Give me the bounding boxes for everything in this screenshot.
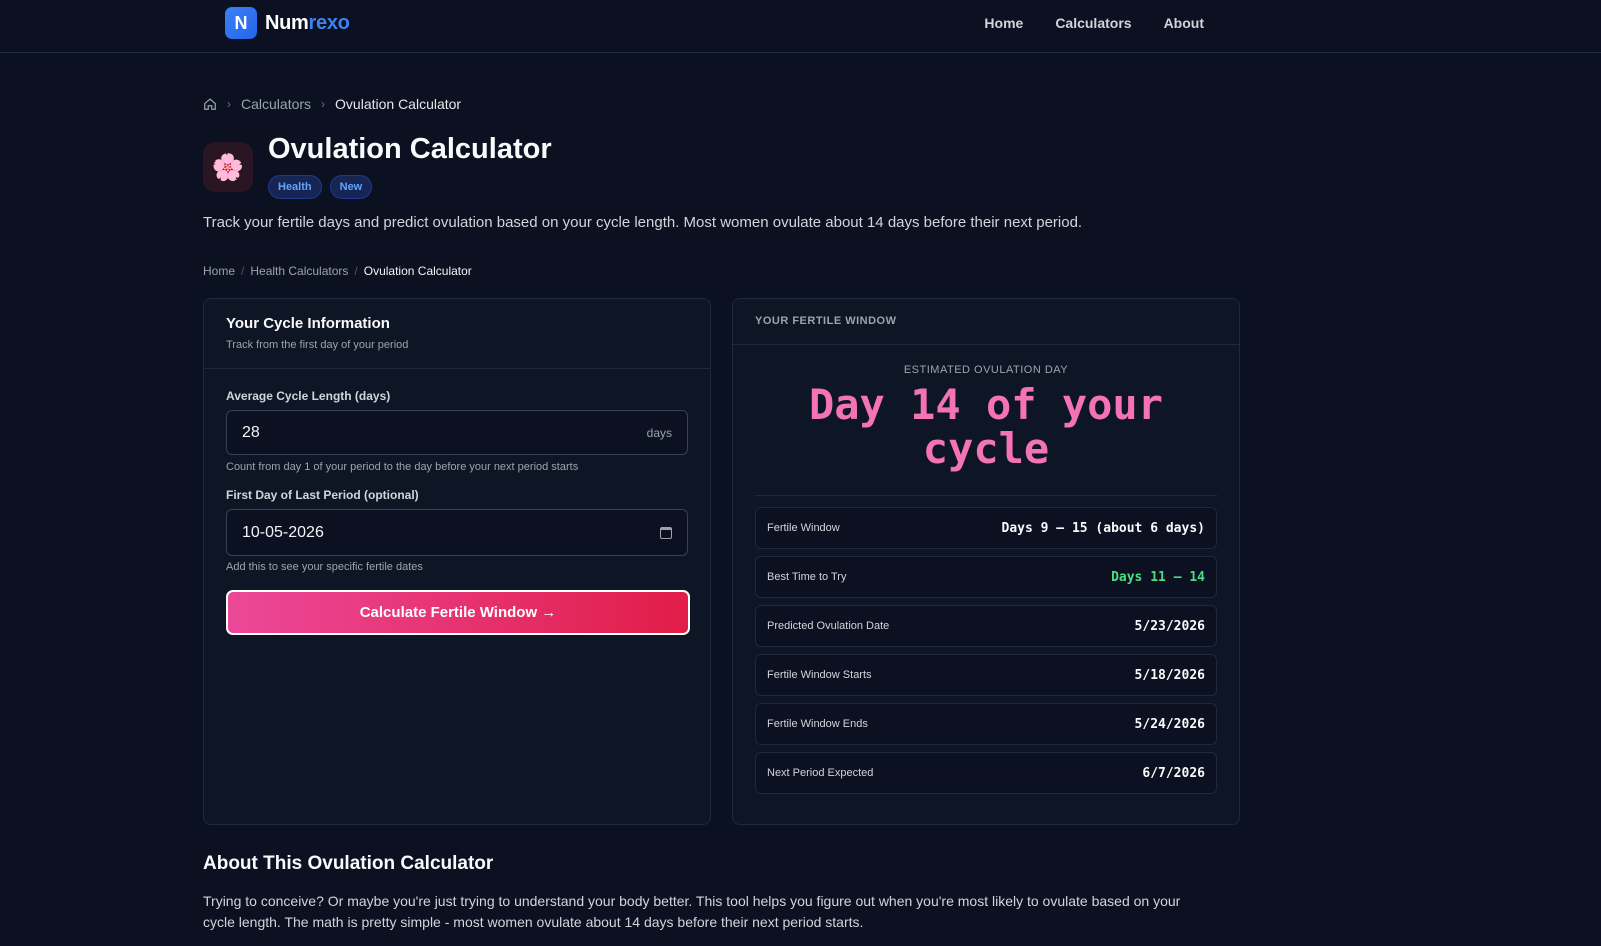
result-row: Fertile Window Ends 5/24/2026 — [755, 703, 1217, 745]
breadcrumb: › Calculators › Ovulation Calculator — [203, 96, 461, 112]
logo-text: Numrexo — [265, 11, 350, 34]
main-nav: Home Calculators About — [984, 15, 1204, 31]
chevron-right-icon: › — [321, 97, 326, 111]
ovulation-day-label: ESTIMATED OVULATION DAY — [903, 364, 1069, 376]
calendar-icon[interactable] — [660, 526, 672, 539]
result-row: Best Time to Try Days 11 – 14 — [755, 556, 1217, 598]
result-label: Best Time to Try — [767, 571, 847, 583]
result-label: Fertile Window — [767, 522, 840, 534]
cycle-length-suffix: days — [646, 425, 672, 440]
form-subtitle: Track from the first day of your period — [226, 339, 409, 351]
cycle-length-label: Average Cycle Length (days) — [226, 389, 391, 403]
crumb-health-calculators[interactable]: Health Calculators — [250, 264, 348, 278]
cycle-length-value: 28 — [242, 423, 260, 441]
results-list: Fertile Window Days 9 – 15 (about 6 days… — [755, 507, 1217, 801]
badge-health: Health — [268, 175, 322, 199]
nav-calculators-link[interactable]: Calculators — [1055, 15, 1131, 31]
result-row: Predicted Ovulation Date 5/23/2026 — [755, 605, 1217, 647]
result-value: 5/18/2026 — [1134, 667, 1205, 683]
last-period-label: First Day of Last Period (optional) — [226, 488, 419, 502]
result-value: 5/23/2026 — [1134, 618, 1205, 634]
last-period-date-input[interactable]: 10-05-2026 — [226, 509, 688, 556]
result-row: Fertile Window Starts 5/18/2026 — [755, 654, 1217, 696]
last-period-hint: Add this to see your specific fertile da… — [226, 561, 423, 573]
last-period-value: 10-05-2026 — [242, 523, 324, 541]
result-value: 6/7/2026 — [1142, 765, 1205, 781]
nav-home-link[interactable]: Home — [984, 15, 1023, 31]
badge-new: New — [329, 175, 373, 199]
result-label: Fertile Window Starts — [767, 669, 872, 681]
page-description: Track your fertile days and predict ovul… — [203, 214, 1083, 231]
calculate-fertile-window-button[interactable]: Calculate Fertile Window → — [226, 590, 690, 635]
page-title: Ovulation Calculator — [268, 133, 552, 165]
site-logo[interactable]: N Numrexo — [225, 7, 350, 39]
result-label: Next Period Expected — [767, 767, 874, 779]
result-row: Fertile Window Days 9 – 15 (about 6 days… — [755, 507, 1217, 549]
logo-icon: N — [225, 7, 257, 39]
result-value: 5/24/2026 — [1134, 716, 1205, 732]
crumb-home[interactable]: Home — [203, 264, 235, 278]
form-title: Your Cycle Information — [226, 315, 390, 332]
result-value: Days 9 – 15 (about 6 days) — [1001, 520, 1206, 536]
crumb-current: Ovulation Calculator — [363, 264, 472, 278]
breadcrumb-calculators[interactable]: Calculators — [241, 96, 311, 112]
breadcrumb-current: Ovulation Calculator — [335, 96, 462, 112]
chevron-right-icon: › — [227, 97, 231, 111]
result-label: Predicted Ovulation Date — [767, 620, 890, 632]
cycle-length-input[interactable]: 28 days — [226, 410, 688, 455]
ovulation-day-value: Day 14 of your cycle — [808, 380, 1163, 473]
home-icon[interactable] — [203, 97, 217, 111]
result-value: Days 11 – 14 — [1111, 569, 1205, 585]
cycle-form-card: Your Cycle Information Track from the fi… — [203, 298, 711, 825]
crumb-separator: / — [354, 264, 358, 278]
about-title: About This Ovulation Calculator — [203, 853, 494, 874]
result-row: Next Period Expected 6/7/2026 — [755, 752, 1217, 794]
about-text: Trying to conceive? Or maybe you're just… — [203, 893, 1181, 930]
flower-icon: 🌸 — [203, 142, 253, 192]
top-navbar: N Numrexo Home Calculators About — [0, 0, 1601, 53]
divider — [755, 495, 1217, 496]
cycle-length-hint: Count from day 1 of your period to the d… — [226, 461, 579, 473]
nav-about-link[interactable]: About — [1164, 15, 1204, 31]
crumb-separator: / — [241, 264, 245, 278]
results-card-header: YOUR FERTILE WINDOW — [733, 299, 1239, 345]
result-label: Fertile Window Ends — [767, 718, 868, 730]
fertile-window-card: YOUR FERTILE WINDOW ESTIMATED OVULATION … — [732, 298, 1240, 825]
tag-list: Health New — [268, 175, 373, 199]
secondary-breadcrumb: Home / Health Calculators / Ovulation Ca… — [203, 264, 472, 278]
form-card-header: Your Cycle Information Track from the fi… — [204, 299, 710, 369]
